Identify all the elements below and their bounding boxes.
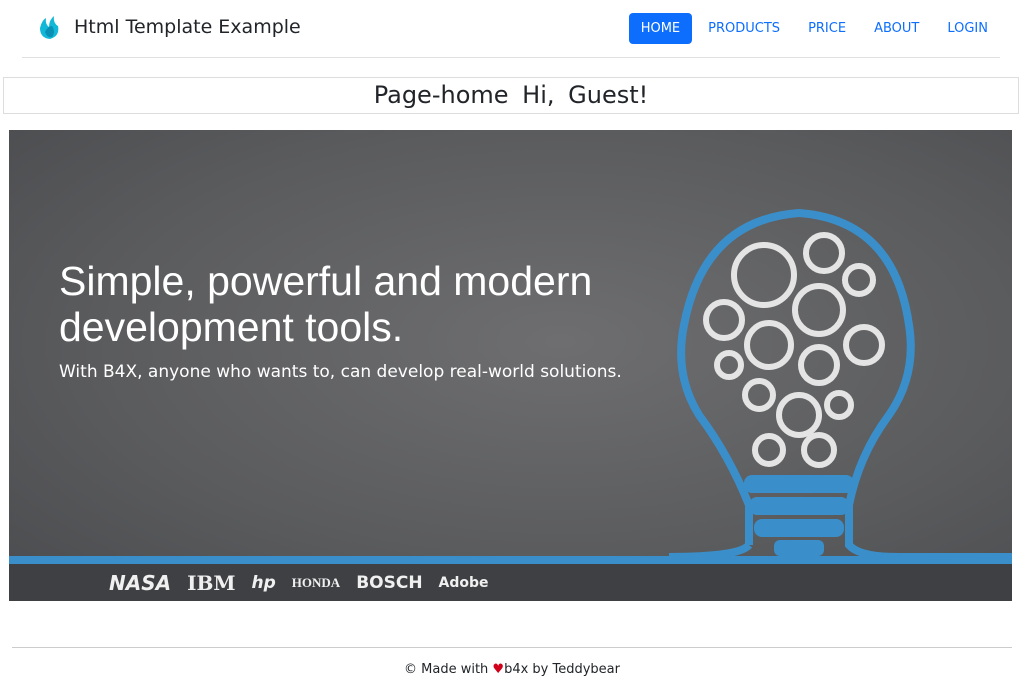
- hero-subtitle: With B4X, anyone who wants to, can devel…: [59, 362, 622, 382]
- nav-home[interactable]: HOME: [628, 13, 693, 44]
- logo-bosch: BOSCH: [356, 572, 423, 593]
- greeting: Hi, Guest!: [522, 81, 649, 109]
- nav-price[interactable]: PRICE: [796, 13, 858, 44]
- nav-login[interactable]: LOGIN: [935, 13, 1000, 44]
- brand[interactable]: Html Template Example: [36, 14, 301, 40]
- footer-suffix: b4x by Teddybear: [504, 662, 620, 677]
- brand-title: Html Template Example: [74, 16, 301, 38]
- headline-line-1: Simple, powerful and modern: [59, 258, 593, 304]
- logo-hp: hp: [251, 572, 276, 593]
- hero-headline: Simple, powerful and modern development …: [59, 258, 592, 350]
- nav-about[interactable]: ABOUT: [862, 13, 931, 44]
- heart-icon: ♥: [492, 662, 505, 677]
- nav-menu: HOME PRODUCTS PRICE ABOUT LOGIN: [628, 13, 1000, 44]
- navbar: Html Template Example HOME PRODUCTS PRIC…: [22, 0, 1000, 58]
- footer: © Made with ♥b4x by Teddybear: [0, 662, 1024, 677]
- client-logos: NASA IBM hp HONDA BOSCH Adobe: [9, 564, 1012, 601]
- nav-products[interactable]: PRODUCTS: [696, 13, 792, 44]
- footer-divider: [12, 647, 1012, 648]
- logo-nasa: NASA: [109, 570, 172, 595]
- logo-adobe: Adobe: [438, 574, 489, 591]
- hero-banner: Simple, powerful and modern development …: [9, 130, 1012, 601]
- logo-honda: HONDA: [291, 574, 341, 590]
- footer-prefix: © Made with: [404, 662, 489, 677]
- lightbulb-gears-icon: [669, 208, 1012, 561]
- page-title: Page-home: [373, 81, 509, 109]
- headline-line-2: development tools.: [59, 304, 404, 350]
- logo-ibm: IBM: [187, 570, 236, 595]
- flame-logo-icon: [40, 16, 59, 39]
- page-title-bar: Page-home Hi, Guest!: [3, 77, 1019, 114]
- banner-strip: [9, 556, 1012, 564]
